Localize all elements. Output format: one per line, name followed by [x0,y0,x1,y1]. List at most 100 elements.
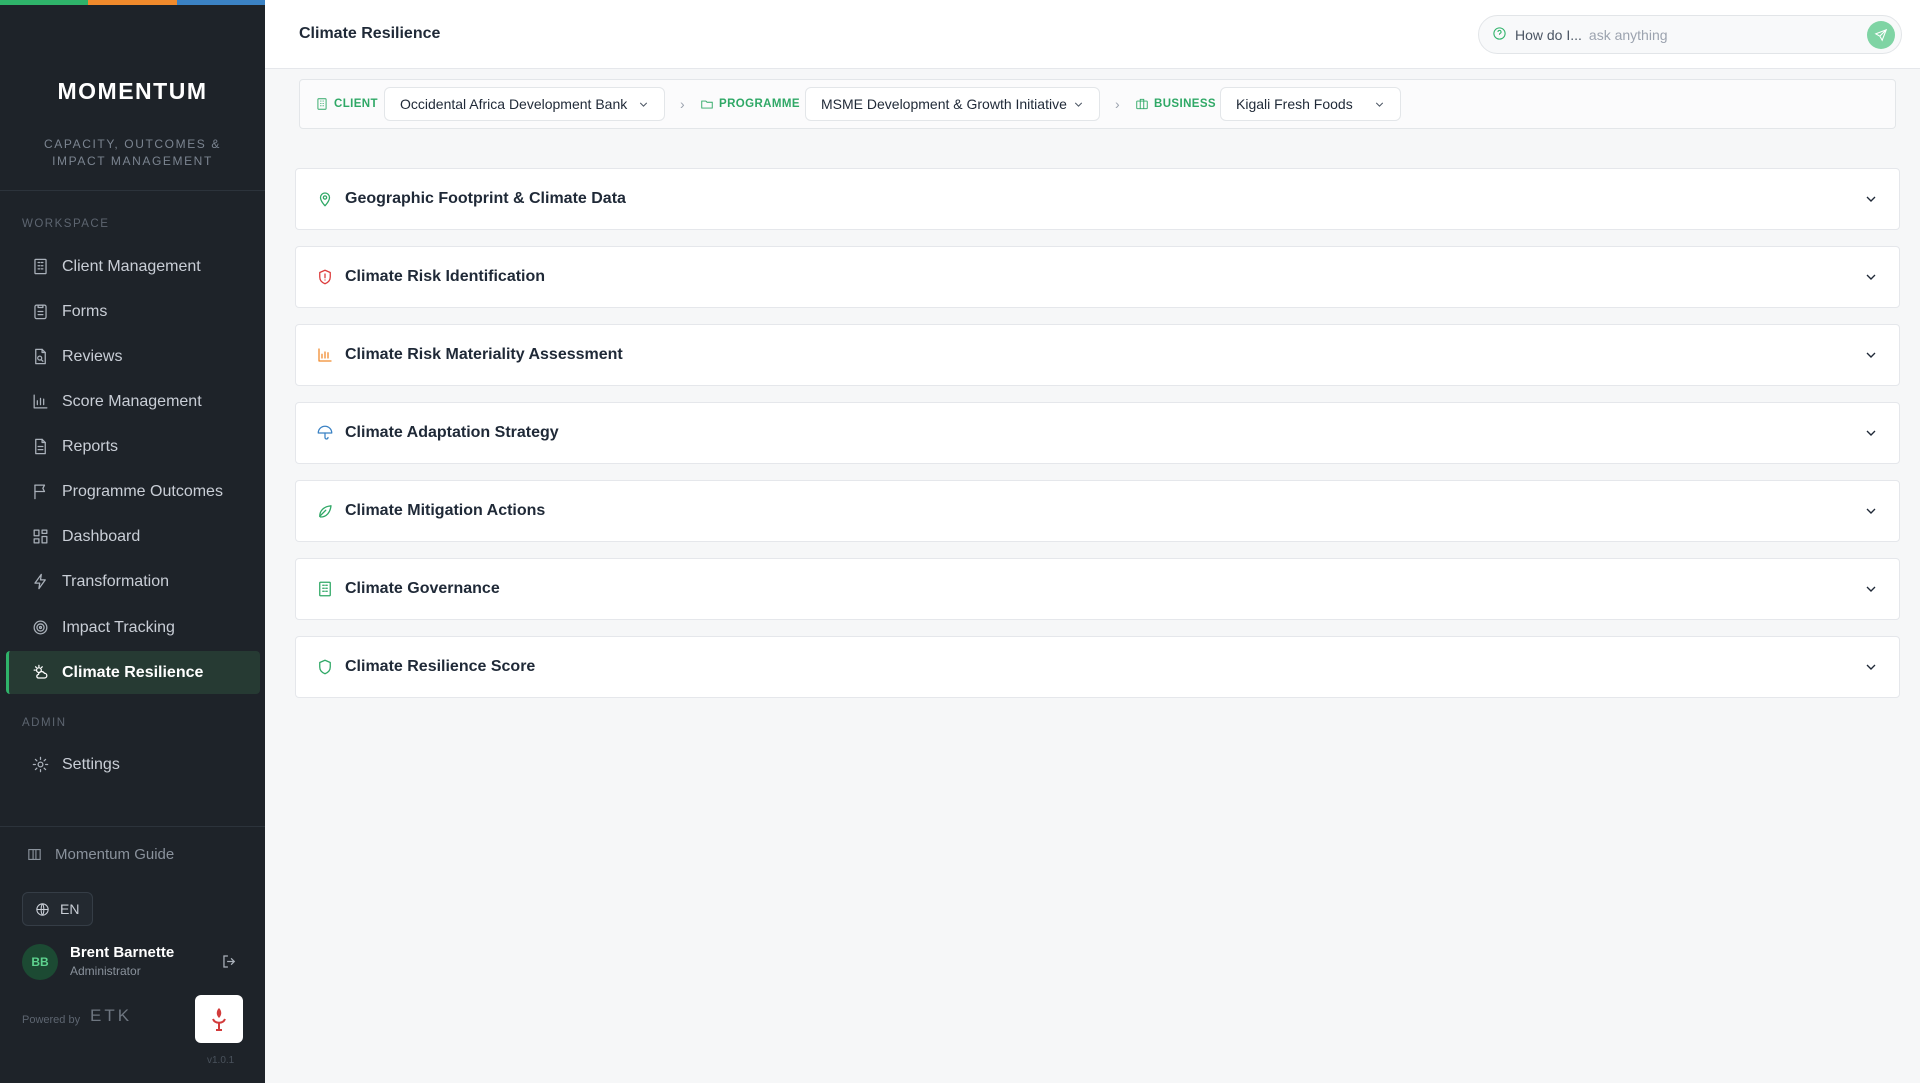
sidebar-item-label: Client Management [62,257,201,275]
language-selector[interactable]: EN [22,892,93,926]
section-title: Climate Resilience Score [345,658,536,675]
chevron-down-icon[interactable] [1863,503,1879,519]
shield-alert-icon [316,268,334,286]
programme-select[interactable]: MSME Development & Growth Initiative [805,87,1100,121]
building-icon [317,98,327,110]
gear-icon [30,755,50,775]
sidebar-item-score-management[interactable]: Score Management [6,380,260,423]
workspace-label: WORKSPACE [22,218,110,230]
client-label: CLIENT [334,98,378,110]
sidebar-item-programme-outcomes[interactable]: Programme Outcomes [6,470,260,513]
sidebar-item-label: Settings [62,755,120,773]
logout-icon [223,955,236,968]
user-name: Brent Barnette [70,944,175,961]
sidebar-item-label: Transformation [62,572,169,590]
app-version: v1.0.1 [207,1055,235,1066]
section-title: Climate Risk Identification [345,268,546,285]
ask-assistant-box[interactable]: How do I... [1478,15,1902,54]
clipboard-icon [30,302,50,322]
briefcase-icon [1136,98,1148,110]
send-icon [1874,28,1888,42]
logout-button[interactable] [220,952,240,972]
breadcrumb-separator: › [680,96,685,112]
sidebar-item-forms[interactable]: Forms [6,290,260,333]
chevron-down-icon[interactable] [1863,191,1879,207]
section-title: Climate Mitigation Actions [345,502,546,519]
partner-logo [195,995,243,1043]
chevron-down-icon [1373,98,1386,111]
shield-icon [316,658,334,676]
chevron-down-icon [1072,98,1085,111]
target-icon [30,618,50,638]
ask-input[interactable] [1588,26,1859,43]
stripe-blue [176,0,265,5]
sidebar-item-transformation[interactable]: Transformation [6,560,260,603]
globe-icon [36,902,49,916]
partner-emblem-icon [212,1008,226,1031]
bolt-icon [30,572,50,592]
section-climate-governance[interactable]: Climate Governance [295,558,1900,620]
section-title: Climate Adaptation Strategy [345,424,559,441]
ask-prefix: How do I... [1515,26,1582,43]
client-select[interactable]: Occidental Africa Development Bank [384,87,665,121]
context-filter-bar: CLIENT Occidental Africa Development Ban… [299,79,1896,129]
sidebar-item-climate-resilience[interactable]: Climate Resilience [6,651,260,694]
sidebar-item-label: Score Management [62,392,202,410]
section-geographic-footprint[interactable]: Geographic Footprint & Climate Data [295,168,1900,230]
chevron-down-icon[interactable] [1863,581,1879,597]
book-icon [28,848,41,861]
section-climate-adaptation-strategy[interactable]: Climate Adaptation Strategy [295,402,1900,464]
language-label: EN [60,901,80,917]
logo[interactable]: MOMENTUM [58,78,208,104]
sidebar-item-reports[interactable]: Reports [6,425,260,468]
momentum-guide-link[interactable]: Momentum Guide [26,846,174,863]
bar-chart-icon [30,392,50,412]
top-header: Climate Resilience How do I... [265,0,1920,69]
sidebar-item-label: Reviews [62,347,123,365]
brand-stripe [0,0,265,5]
chevron-down-icon[interactable] [1863,425,1879,441]
programme-filter-label: PROGRAMME [700,97,800,111]
sun-cloud-icon [30,663,50,683]
chevron-down-icon[interactable] [1863,347,1879,363]
powered-by-label: Powered by [22,1014,81,1026]
leaf-icon [316,502,334,520]
section-climate-mitigation-actions[interactable]: Climate Mitigation Actions [295,480,1900,542]
stripe-green [0,0,89,5]
section-climate-risk-materiality[interactable]: Climate Risk Materiality Assessment [295,324,1900,386]
section-climate-resilience-score[interactable]: Climate Resilience Score [295,636,1900,698]
sidebar-item-label: Programme Outcomes [62,482,223,500]
avatar: BB [22,944,58,980]
umbrella-icon [316,424,334,442]
user-role: Administrator [70,964,141,978]
divider [0,190,265,191]
sidebar-item-settings[interactable]: Settings [6,743,260,786]
business-select[interactable]: Kigali Fresh Foods [1220,87,1401,121]
map-pin-icon [316,190,334,208]
client-filter-label: CLIENT [315,97,378,111]
logo-wrap: MOMENTUM [0,78,265,105]
flag-icon [30,482,50,502]
sidebar-item-dashboard[interactable]: Dashboard [6,515,260,558]
folder-icon [701,100,713,109]
chevron-down-icon[interactable] [1863,269,1879,285]
business-filter-label: BUSINESS [1135,97,1216,111]
tagline: CAPACITY, OUTCOMES & IMPACT MANAGEMENT [44,137,221,168]
section-climate-risk-identification[interactable]: Climate Risk Identification [295,246,1900,308]
sidebar-item-label: Climate Resilience [62,663,204,681]
send-button[interactable] [1867,21,1895,49]
chevron-down-icon[interactable] [1863,659,1879,675]
section-title: Climate Governance [345,580,500,597]
sidebar-item-client-management[interactable]: Client Management [6,245,260,288]
sidebar-item-label: Impact Tracking [62,618,175,636]
building-icon [30,257,50,277]
sidebar-item-impact-tracking[interactable]: Impact Tracking [6,606,260,649]
bar-chart-icon [316,346,334,364]
section-title: Geographic Footprint & Climate Data [345,190,626,207]
divider [0,826,265,827]
business-value: Kigali Fresh Foods [1236,96,1353,112]
help-circle-icon [1492,23,1507,46]
admin-label: ADMIN [22,717,67,729]
sidebar-item-reviews[interactable]: Reviews [6,335,260,378]
stripe-orange [88,0,177,5]
